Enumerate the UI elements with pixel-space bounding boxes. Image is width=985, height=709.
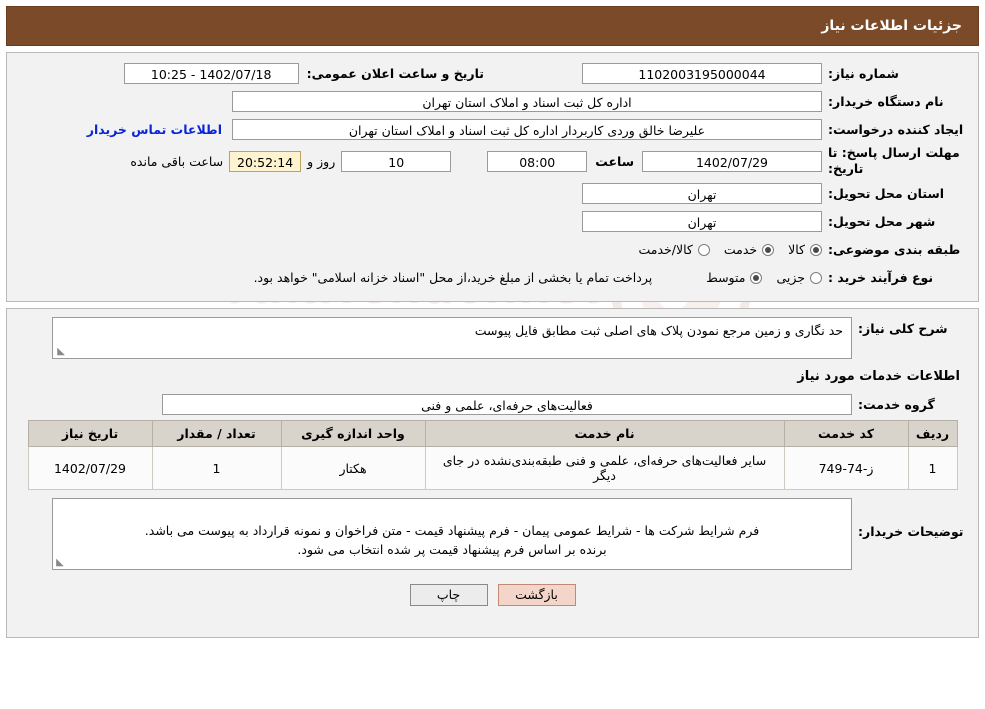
cell-qty: 1 [151,446,282,490]
back-button[interactable]: بازگشت [497,584,576,606]
days-label: روز و [307,153,336,169]
purchase-type-label: نوع فرآیند خرید : [828,270,934,285]
category-option-label: کالا/خدمت [638,242,693,257]
cell-name: سایر فعالیت‌های حرفه‌ای، علمی و فنی طبقه… [424,446,785,490]
row-buyer-org: نام دستگاه خریدار: اداره کل ثبت اسناد و … [17,89,968,113]
col-row: ردیف [907,420,958,447]
purchase-type-option-label: جزیی [776,270,805,285]
purchase-type-option-jozei[interactable]: جزیی [776,270,822,285]
remaining-days-value: 10 [341,150,452,172]
page-header: جزئیات اطلاعات نیاز [6,6,979,46]
radio-icon[interactable] [697,243,710,256]
announce-datetime-value: 1402/07/18 - 10:25 [123,62,299,84]
services-section-title: اطلاعات خدمات مورد نیاز [797,369,960,384]
resize-grip-icon[interactable]: ◣ [55,347,65,357]
category-option-label: خدمت [723,242,758,257]
general-need-label: شرح کلی نیاز: [858,321,948,336]
purchase-type-option-motevaset[interactable]: متوسط [706,270,763,285]
row-need-number: شماره نیاز: 1102003195000044 تاریخ و ساع… [17,61,968,85]
cell-code: ز-74-749 [783,446,909,490]
remaining-label: ساعت باقی مانده [130,153,224,169]
row-purchase-type: نوع فرآیند خرید : جزیی متوسط پرداخت تمام… [17,266,968,290]
table-row: 1 ز-74-749 سایر فعالیت‌های حرفه‌ای، علمی… [27,446,958,490]
countdown-value: 20:52:14 [229,150,302,172]
buyer-contact-link[interactable]: اطلاعات تماس خریدار [87,122,232,137]
category-label: طبقه بندی موضوعی: [828,242,961,257]
resize-grip-icon[interactable]: ◣ [55,558,65,568]
category-option-kala-khedmat[interactable]: کالا/خدمت [638,242,710,257]
row-delivery-city: شهر محل تحویل: تهران [17,210,968,234]
service-group-label: گروه خدمت: [858,396,935,412]
row-deadline: مهلت ارسال پاسخ: تا تاریخ: 1402/07/29 سا… [17,145,968,178]
page-title: جزئیات اطلاعات نیاز [821,18,962,34]
purchase-type-option-label: متوسط [706,270,746,285]
cell-date: 1402/07/29 [27,446,153,490]
col-code: کد خدمت [783,420,909,447]
row-general-need: شرح کلی نیاز: حد نگاری و زمین مرجع نمودن… [17,317,968,359]
buyer-org-value: اداره کل ثبت اسناد و املاک استان تهران [232,90,822,112]
delivery-city-value: تهران [582,211,822,232]
row-service-group: گروه خدمت: فعالیت‌های حرفه‌ای، علمی و فن… [17,392,968,416]
col-unit: واحد اندازه گیری [280,420,426,447]
category-option-khedmat[interactable]: خدمت [723,242,775,257]
need-summary-panel: شماره نیاز: 1102003195000044 تاریخ و ساع… [6,52,979,302]
delivery-province-label: استان محل تحویل: [828,186,945,201]
deadline-time-value: 08:00 [487,150,588,172]
announce-datetime-label: تاریخ و ساعت اعلان عمومی: [306,65,484,81]
buyer-notes-text: فرم شرایط شرکت ها - شرایط عمومی پیمان - … [144,522,760,557]
need-number-label: شماره نیاز: [828,65,899,81]
table-header-row: ردیف کد خدمت نام خدمت واحد اندازه گیری ت… [27,420,958,447]
purchase-note: پرداخت تمام یا بخشی از مبلغ خرید،از محل … [253,270,653,285]
col-name: نام خدمت [424,420,785,447]
requester-label: ایجاد کننده درخواست: [828,121,964,137]
cell-unit: هکتار [280,446,426,490]
deadline-label: مهلت ارسال پاسخ: تا تاریخ: [828,145,960,177]
general-need-value[interactable]: حد نگاری و زمین مرجع نمودن پلاک های اصلی… [52,317,852,359]
row-requester: ایجاد کننده درخواست: علیرضا خالق وردی کا… [17,117,968,141]
radio-icon[interactable] [762,243,775,256]
general-need-text: حد نگاری و زمین مرجع نمودن پلاک های اصلی… [474,323,843,338]
radio-icon[interactable] [810,243,822,256]
buyer-org-label: نام دستگاه خریدار: [828,93,944,109]
need-details-panel: شرح کلی نیاز: حد نگاری و زمین مرجع نمودن… [6,308,979,638]
print-button[interactable]: چاپ [409,584,488,606]
radio-icon[interactable] [810,271,822,284]
services-table: ردیف کد خدمت نام خدمت واحد اندازه گیری ت… [27,420,958,490]
col-date: تاریخ نیاز [27,420,153,447]
col-qty: تعداد / مقدار [151,420,282,447]
row-delivery-province: استان محل تحویل: تهران [17,182,968,206]
action-buttons: بازگشت چاپ [17,584,968,606]
service-group-value: فعالیت‌های حرفه‌ای، علمی و فنی [162,393,852,415]
deadline-date-value: 1402/07/29 [642,150,822,172]
need-number-value: 1102003195000044 [582,62,822,84]
radio-icon[interactable] [750,271,763,284]
requester-value: علیرضا خالق وردی کاربردار اداره کل ثبت ا… [232,118,822,140]
delivery-city-label: شهر محل تحویل: [828,214,936,229]
cell-row: 1 [907,446,958,490]
category-option-label: کالا [788,242,805,257]
hour-label: ساعت [595,153,634,169]
buyer-notes-label: توضیحات خریدار: [858,524,964,539]
category-option-kala[interactable]: کالا [788,242,822,257]
delivery-province-value: تهران [582,183,822,204]
category-radio-group[interactable]: کالا خدمت کالا/خدمت [624,242,822,257]
row-category: طبقه بندی موضوعی: کالا خدمت کالا/خدمت [17,238,968,262]
row-buyer-notes: توضیحات خریدار: فرم شرایط شرکت ها - شرای… [17,498,968,570]
buyer-notes-value[interactable]: فرم شرایط شرکت ها - شرایط عمومی پیمان - … [52,498,852,570]
purchase-type-radio-group[interactable]: جزیی متوسط [692,270,822,285]
